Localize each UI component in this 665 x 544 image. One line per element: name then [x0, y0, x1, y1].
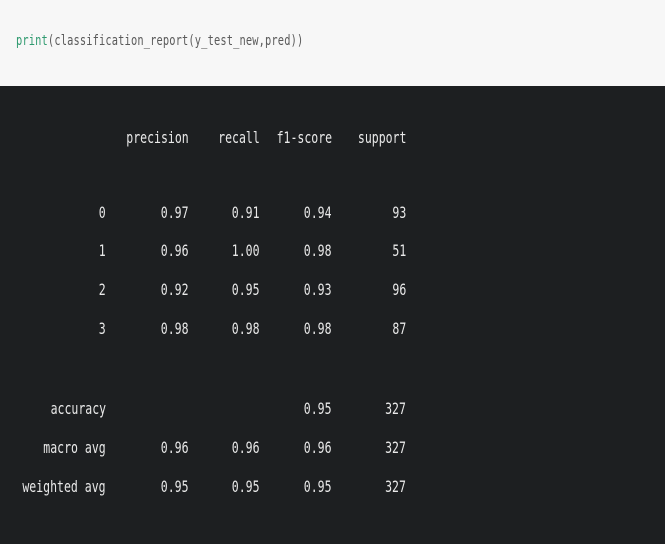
code-cell[interactable]: print(classification_report(y_test_new,p… — [0, 0, 665, 87]
f1-value: 0.95 — [304, 399, 332, 418]
header-recall: recall — [218, 128, 260, 147]
precision-value: 0.92 — [161, 280, 189, 299]
code-line: print(classification_report(y_test_new,p… — [16, 33, 303, 49]
print-keyword: print — [16, 33, 48, 49]
row-label: 0 — [99, 203, 106, 222]
f1-value: 0.94 — [304, 203, 332, 222]
row-label: 2 — [99, 280, 106, 299]
f1-value: 0.95 — [304, 477, 332, 496]
support-value: 96 — [392, 280, 406, 299]
row-label: macro avg — [43, 438, 106, 457]
recall-value: 0.96 — [232, 438, 260, 457]
support-value: 327 — [385, 438, 406, 457]
recall-value: 0.95 — [232, 280, 260, 299]
header-precision: precision — [126, 128, 189, 147]
header-f1-score: f1-score — [276, 128, 332, 147]
recall-value: 0.95 — [232, 477, 260, 496]
f1-value: 0.98 — [304, 319, 332, 338]
recall-value: 1.00 — [232, 241, 260, 260]
row-label: accuracy — [50, 399, 106, 418]
f1-value: 0.98 — [304, 241, 332, 260]
row-label: weighted avg — [22, 477, 106, 496]
recall-value: 0.91 — [232, 203, 260, 222]
header-support: support — [357, 128, 406, 147]
code-args: (classification_report(y_test_new,pred)) — [47, 33, 304, 49]
support-value: 87 — [392, 319, 406, 338]
precision-value: 0.97 — [161, 203, 189, 222]
precision-value: 0.96 — [161, 241, 189, 260]
support-value: 327 — [385, 477, 406, 496]
f1-value: 0.93 — [304, 280, 332, 299]
precision-value: 0.96 — [161, 438, 189, 457]
support-value: 93 — [392, 203, 406, 222]
support-value: 327 — [385, 399, 406, 418]
recall-value: 0.98 — [232, 319, 260, 338]
row-label: 3 — [99, 319, 106, 338]
precision-value: 0.95 — [161, 477, 189, 496]
precision-value: 0.98 — [161, 319, 189, 338]
row-label: 1 — [99, 241, 106, 260]
f1-value: 0.96 — [304, 438, 332, 457]
support-value: 51 — [392, 241, 406, 260]
output-panel: precision recall f1-score support 0 0.97… — [0, 86, 665, 544]
